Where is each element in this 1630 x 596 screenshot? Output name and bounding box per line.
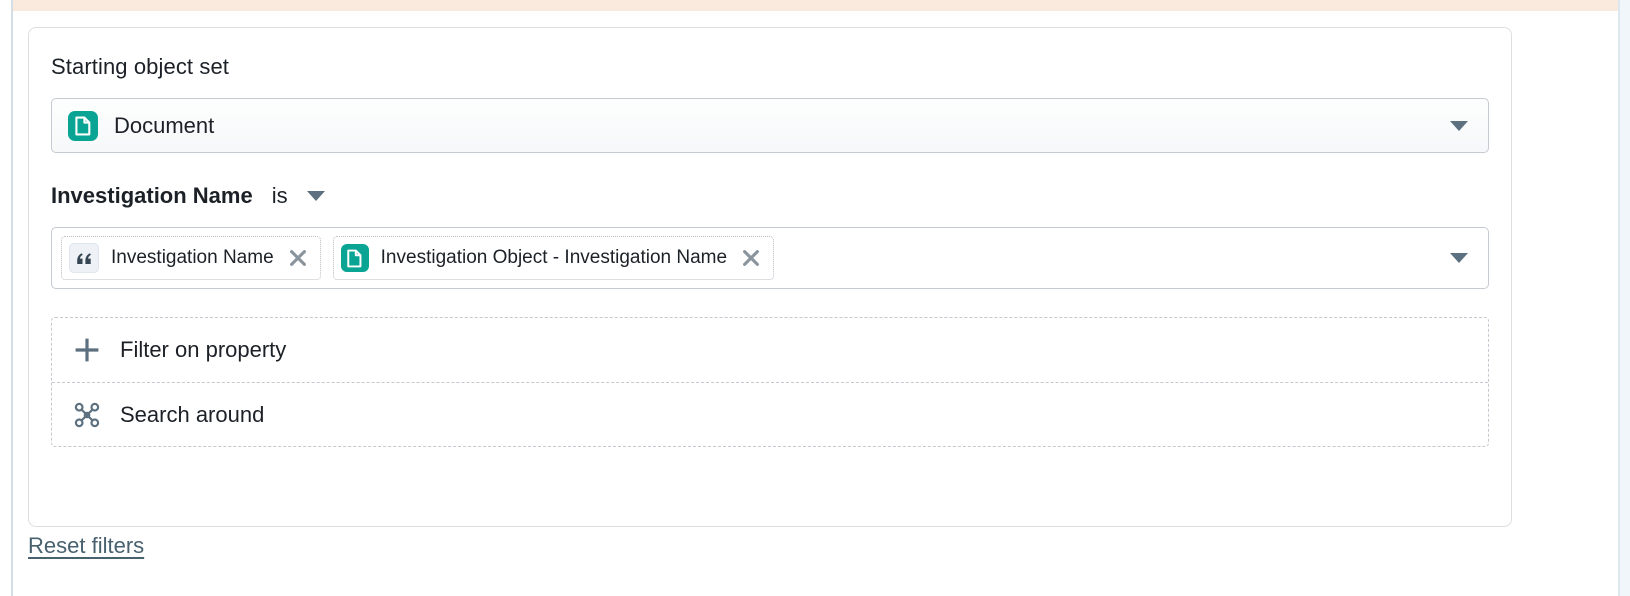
plus-icon [72, 335, 102, 365]
document-icon [68, 110, 98, 141]
chip-label: Investigation Name [111, 247, 274, 268]
select-value: Document [68, 110, 215, 141]
search-around-button[interactable]: Search around [52, 382, 1488, 446]
condition-values-multiselect[interactable]: Investigation Name Investigation Object … [51, 227, 1489, 289]
condition-row: Investigation Name is [51, 183, 1489, 209]
document-icon [340, 244, 369, 272]
condition-property-label: Investigation Name [51, 183, 253, 208]
starting-object-set-label: Starting object set [51, 54, 229, 79]
action-label: Filter on property [120, 337, 287, 362]
filter-on-property-button[interactable]: Filter on property [52, 318, 1488, 382]
quote-icon [69, 243, 99, 273]
close-icon[interactable] [741, 248, 761, 268]
chevron-down-icon[interactable] [1450, 120, 1468, 131]
filter-card: Starting object set Document Investigati… [28, 27, 1512, 527]
reset-filters-link[interactable]: Reset filters [28, 533, 144, 559]
value-chip[interactable]: Investigation Name [61, 236, 321, 280]
close-icon[interactable] [288, 248, 308, 268]
starting-object-set-select[interactable]: Document [51, 98, 1489, 153]
vertical-scrollbar[interactable] [1618, 0, 1630, 596]
chevron-down-icon[interactable] [306, 191, 325, 201]
condition-operator-label: is [271, 183, 288, 208]
left-border-rule [11, 0, 13, 596]
action-label: Search around [120, 401, 265, 427]
filter-builder-screen: Starting object set Document Investigati… [0, 0, 1630, 596]
value-chip[interactable]: Investigation Object - Investigation Nam… [332, 236, 775, 280]
chevron-down-icon[interactable] [1450, 253, 1468, 263]
chip-label: Investigation Object - Investigation Nam… [380, 247, 728, 268]
action-list: Filter on property Search around [51, 317, 1489, 447]
graph-nodes-icon [72, 400, 102, 430]
object-set-value: Document [114, 112, 215, 138]
top-banner [12, 0, 1618, 11]
